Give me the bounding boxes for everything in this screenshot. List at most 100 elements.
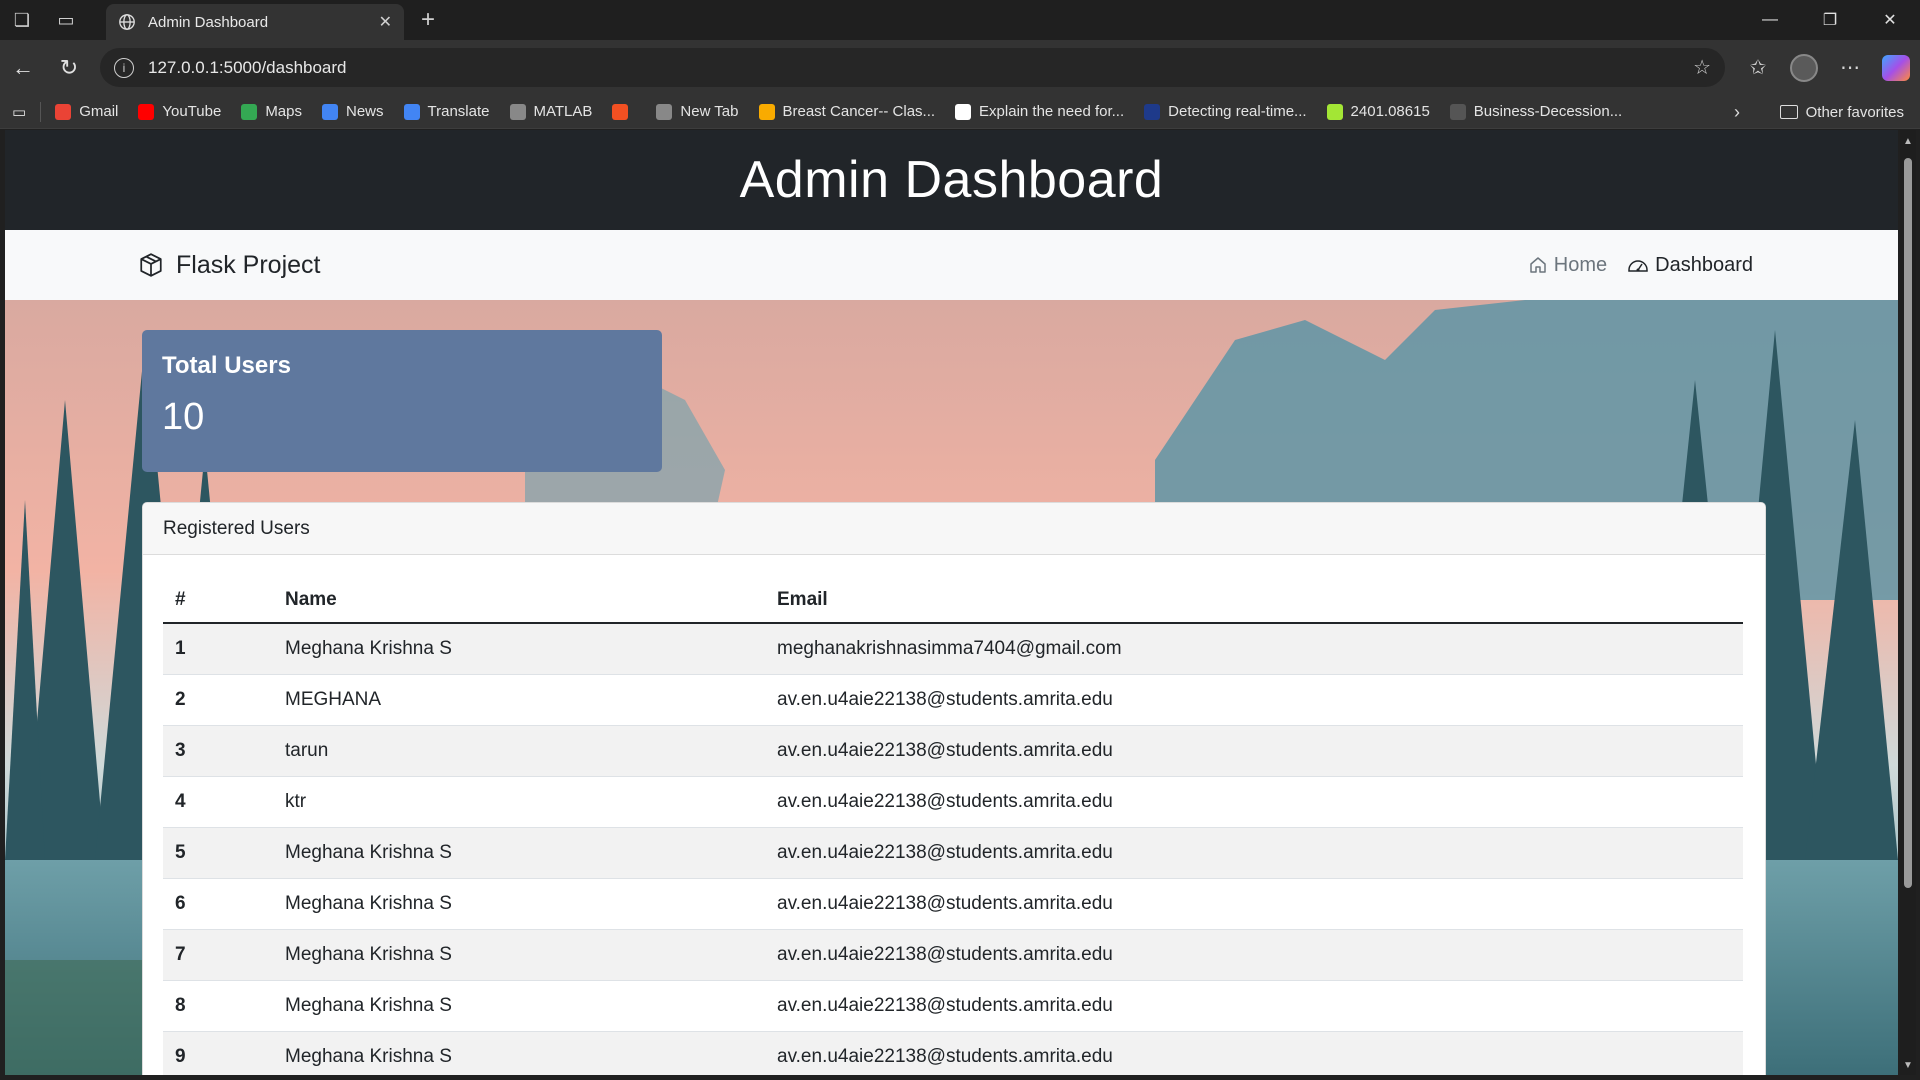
bookmarks-bar: ▭ Gmail YouTube Maps News Translate MATLAB New… bbox=[0, 95, 1920, 129]
cell-index: 8 bbox=[163, 980, 273, 1032]
chevron-right-icon[interactable]: › bbox=[1734, 95, 1740, 129]
nav-dashboard-label: Dashboard bbox=[1655, 253, 1753, 276]
workspaces-icon[interactable]: ❏ bbox=[0, 0, 44, 40]
globe-icon bbox=[119, 14, 135, 30]
bookmark-label: Explain the need for... bbox=[979, 103, 1125, 120]
total-users-value: 10 bbox=[162, 396, 205, 438]
navbar-brand[interactable]: Flask Project bbox=[138, 251, 320, 280]
bookmark-label: New Tab bbox=[680, 103, 739, 120]
bookmark-label: News bbox=[346, 103, 384, 120]
bookmark-favicon-icon bbox=[1144, 103, 1161, 120]
bookmark-item[interactable]: Breast Cancer-- Clas... bbox=[758, 103, 935, 120]
site-info-icon[interactable]: i bbox=[114, 57, 134, 78]
table-row: 2 MEGHANA av.en.u4aie22138@students.amrita… bbox=[163, 674, 1743, 726]
bookmark-item[interactable]: Translate bbox=[403, 103, 490, 120]
nav-dashboard[interactable]: Dashboard bbox=[1627, 254, 1753, 277]
divider bbox=[40, 101, 42, 122]
minimize-button[interactable]: — bbox=[1740, 0, 1800, 40]
bookmark-item[interactable]: New Tab bbox=[656, 103, 739, 120]
cell-name: Meghana Krishna S bbox=[273, 980, 765, 1032]
users-table: # Name Email 1 Meghana Krishna Smeghanakr… bbox=[163, 577, 1743, 1075]
favorites-icon[interactable]: ✩ bbox=[1744, 55, 1772, 80]
bookmark-item[interactable]: Business-Decession... bbox=[1449, 103, 1623, 120]
other-favorites-label: Other favorites bbox=[1805, 103, 1904, 121]
speedometer-icon bbox=[1628, 260, 1648, 272]
bookmark-label: Maps bbox=[265, 103, 302, 120]
cell-name: MEGHANA bbox=[273, 674, 765, 726]
table-row: 5 Meghana Krishna Sav.en.u4aie22138@stude… bbox=[163, 827, 1743, 879]
home-icon bbox=[1530, 257, 1546, 273]
copilot-icon[interactable] bbox=[1882, 54, 1910, 81]
favorite-star-icon[interactable]: ☆ bbox=[1693, 55, 1711, 80]
bookmark-label: MATLAB bbox=[533, 103, 593, 120]
tab-actions-icon[interactable]: ▭ bbox=[44, 0, 88, 40]
scroll-thumb[interactable] bbox=[1904, 158, 1912, 888]
tab-admin-dashboard[interactable]: Admin Dashboard ✕ bbox=[106, 4, 404, 40]
cell-index: 4 bbox=[163, 776, 273, 828]
cell-email: av.en.u4aie22138@students.amrita.edu bbox=[765, 1031, 1743, 1075]
bookmark-item[interactable]: Detecting real-time... bbox=[1144, 103, 1307, 120]
back-button[interactable]: ← bbox=[0, 45, 46, 91]
close-window-button[interactable]: ✕ bbox=[1860, 0, 1920, 40]
cell-index: 3 bbox=[163, 725, 273, 777]
restore-button[interactable]: ❐ bbox=[1800, 0, 1860, 40]
collections-icon[interactable]: ▭ bbox=[12, 103, 26, 121]
bookmark-item[interactable]: 2401.08615 bbox=[1326, 103, 1430, 120]
bookmark-favicon-icon bbox=[758, 103, 775, 120]
profile-avatar[interactable] bbox=[1790, 53, 1818, 82]
card-header: Registered Users bbox=[143, 503, 1765, 555]
table-header-row: # Name Email bbox=[163, 577, 1743, 624]
bookmark-item[interactable]: MATLAB bbox=[509, 103, 593, 120]
browser-titlebar: ❏ ▭ Admin Dashboard ✕ + — ❐ ✕ bbox=[0, 0, 1920, 40]
page-title: Admin Dashboard bbox=[739, 151, 1164, 209]
url-text[interactable]: 127.0.0.1:5000/dashboard bbox=[148, 58, 1693, 78]
bookmark-item[interactable]: Maps bbox=[241, 103, 302, 120]
bookmark-label: YouTube bbox=[162, 103, 222, 120]
bookmark-item[interactable]: Gmail bbox=[55, 103, 118, 120]
bookmark-label: Business-Decession... bbox=[1473, 103, 1623, 120]
cell-email: meghanakrishnasimma7404@gmail.com bbox=[765, 623, 1743, 675]
bookmark-item[interactable]: YouTube bbox=[138, 103, 221, 120]
close-tab-icon[interactable]: ✕ bbox=[379, 12, 392, 32]
bookmark-label: Detecting real-time... bbox=[1168, 103, 1307, 120]
cell-email: av.en.u4aie22138@students.amrita.edu bbox=[765, 725, 1743, 777]
bookmark-item[interactable]: Explain the need for... bbox=[955, 103, 1124, 120]
bookmark-favicon-icon bbox=[403, 103, 420, 120]
page-viewport: Admin Dashboard Flask Project Home Dashb… bbox=[5, 130, 1898, 1075]
reload-button[interactable]: ↻ bbox=[46, 45, 92, 91]
cell-email: av.en.u4aie22138@students.amrita.edu bbox=[765, 827, 1743, 879]
cell-name: Meghana Krishna S bbox=[273, 623, 765, 675]
bookmark-favicon-icon bbox=[55, 103, 72, 120]
cell-email: av.en.u4aie22138@students.amrita.edu bbox=[765, 776, 1743, 828]
total-users-card: Total Users 10 bbox=[142, 330, 662, 472]
bookmark-item[interactable]: News bbox=[322, 103, 384, 120]
folder-icon bbox=[1779, 105, 1798, 119]
bookmark-favicon-icon bbox=[1449, 103, 1466, 120]
cell-name: ktr bbox=[273, 776, 765, 828]
bookmark-item[interactable] bbox=[612, 103, 636, 120]
registered-users-card: Registered Users # Name Email 1 Meghana K… bbox=[142, 502, 1766, 1075]
address-bar[interactable]: i 127.0.0.1:5000/dashboard ☆ bbox=[100, 48, 1725, 87]
box-icon bbox=[140, 253, 162, 277]
nav-home[interactable]: Home bbox=[1528, 254, 1607, 277]
new-tab-button[interactable]: + bbox=[410, 4, 446, 36]
page-header: Admin Dashboard bbox=[5, 130, 1898, 230]
bookmark-favicon-icon bbox=[656, 103, 673, 120]
navbar: Flask Project Home Dashboard bbox=[5, 230, 1898, 300]
more-menu-icon[interactable]: ⋯ bbox=[1836, 55, 1864, 80]
cell-index: 6 bbox=[163, 878, 273, 930]
cell-index: 2 bbox=[163, 674, 273, 726]
cell-name: tarun bbox=[273, 725, 765, 777]
scroll-up-icon[interactable]: ▲ bbox=[1903, 136, 1913, 147]
brand-label: Flask Project bbox=[176, 250, 321, 279]
bookmark-favicon-icon bbox=[138, 103, 155, 120]
cell-email: av.en.u4aie22138@students.amrita.edu bbox=[765, 674, 1743, 726]
cell-email: av.en.u4aie22138@students.amrita.edu bbox=[765, 929, 1743, 981]
scroll-down-icon[interactable]: ▼ bbox=[1903, 1060, 1913, 1071]
bookmark-favicon-icon bbox=[509, 103, 526, 120]
table-row: 9 Meghana Krishna Sav.en.u4aie22138@stude… bbox=[163, 1031, 1743, 1075]
tab-title: Admin Dashboard bbox=[148, 13, 269, 31]
other-favorites[interactable]: Other favorites bbox=[1779, 95, 1904, 129]
cell-index: 5 bbox=[163, 827, 273, 879]
page-scrollbar[interactable]: ▲ ▼ bbox=[1900, 130, 1916, 1075]
